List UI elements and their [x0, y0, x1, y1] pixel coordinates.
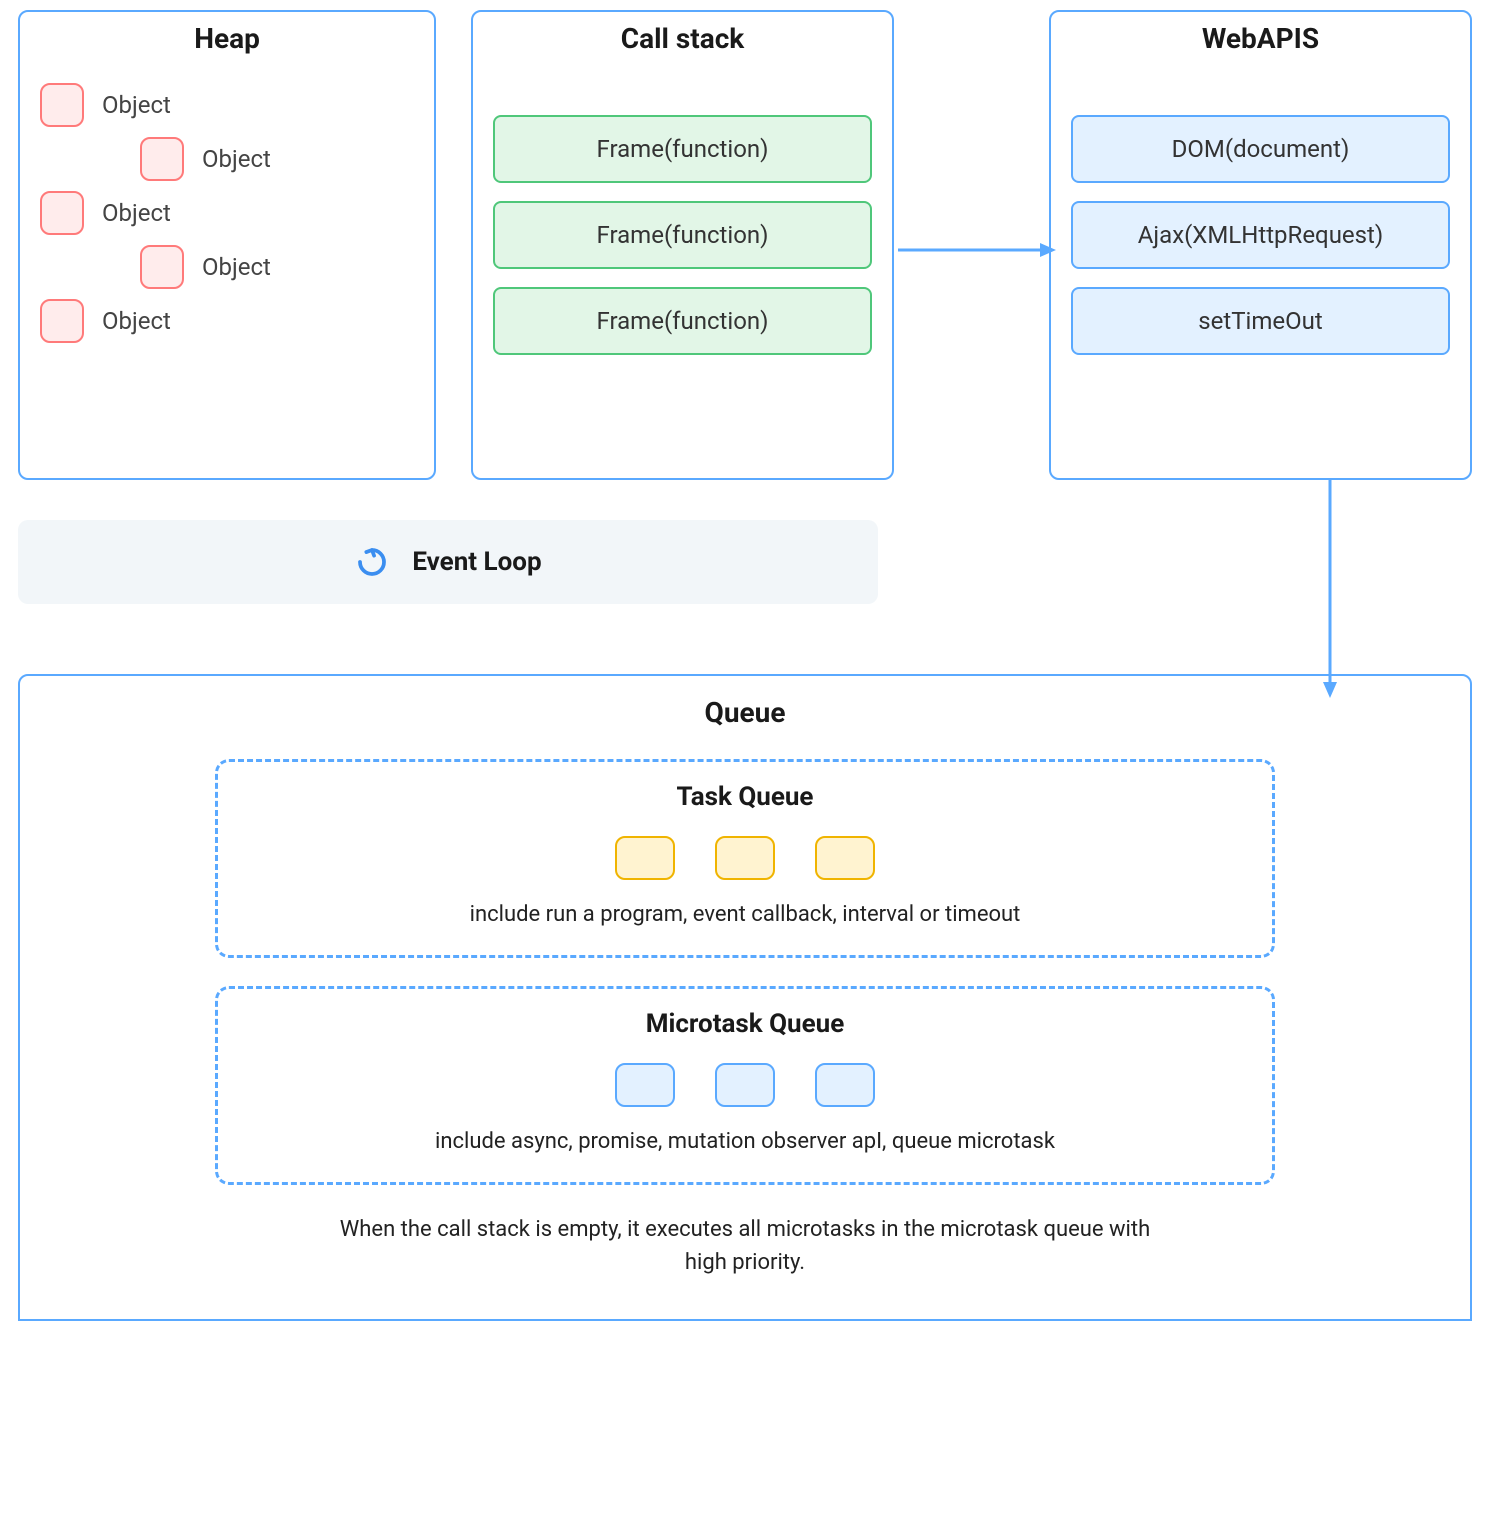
task-queue-title: Task Queue: [218, 782, 1272, 812]
frame-item: Frame(function): [493, 287, 872, 355]
task-queue: Task Queue include run a program, event …: [215, 759, 1275, 958]
heap-object-label: Object: [202, 253, 271, 281]
api-item: setTimeOut: [1071, 287, 1450, 355]
microtask-queue-title: Microtask Queue: [218, 1009, 1272, 1039]
heap-object-label: Object: [202, 145, 271, 173]
queue-panel: Queue Task Queue include run a program, …: [18, 674, 1472, 1321]
arrow-webapis-to-queue: [1320, 480, 1340, 700]
task-token-icon: [615, 836, 675, 880]
webapis-title: WebAPIS: [1071, 22, 1450, 55]
task-token-icon: [815, 836, 875, 880]
queue-inner: Task Queue include run a program, event …: [215, 759, 1275, 1185]
api-list: DOM(document) Ajax(XMLHttpRequest) setTi…: [1071, 115, 1450, 355]
queue-title: Queue: [20, 696, 1470, 729]
heap-item: Object: [140, 245, 414, 289]
heap-object-label: Object: [102, 199, 171, 227]
task-token-icon: [715, 836, 775, 880]
event-loop-label: Event Loop: [412, 547, 541, 577]
heap-object-label: Object: [102, 91, 171, 119]
task-token-row: [218, 836, 1272, 880]
frame-list: Frame(function) Frame(function) Frame(fu…: [493, 115, 872, 355]
heap-object-icon: [40, 83, 84, 127]
heap-object-icon: [40, 191, 84, 235]
heap-item: Object: [140, 137, 414, 181]
microtask-token-icon: [615, 1063, 675, 1107]
frame-item: Frame(function): [493, 115, 872, 183]
heap-object-label: Object: [102, 307, 171, 335]
microtask-token-icon: [815, 1063, 875, 1107]
event-loop: Event Loop: [18, 520, 878, 604]
callstack-panel: Call stack Frame(function) Frame(functio…: [471, 10, 894, 480]
heap-item: Object: [40, 299, 414, 343]
task-queue-desc: include run a program, event callback, i…: [218, 902, 1272, 927]
heap-item: Object: [40, 191, 414, 235]
heap-object-icon: [40, 299, 84, 343]
refresh-icon: [354, 544, 390, 580]
microtask-token-icon: [715, 1063, 775, 1107]
heap-panel: Heap Object Object Object Object Object: [18, 10, 436, 480]
api-item: Ajax(XMLHttpRequest): [1071, 201, 1450, 269]
api-item: DOM(document): [1071, 115, 1450, 183]
queue-footer: When the call stack is empty, it execute…: [335, 1213, 1155, 1279]
frame-item: Frame(function): [493, 201, 872, 269]
heap-item: Object: [40, 83, 414, 127]
top-row: Heap Object Object Object Object Object: [18, 10, 1472, 480]
webapis-panel: WebAPIS DOM(document) Ajax(XMLHttpReques…: [1049, 10, 1472, 480]
callstack-title: Call stack: [493, 22, 872, 55]
heap-object-icon: [140, 137, 184, 181]
microtask-token-row: [218, 1063, 1272, 1107]
heap-title: Heap: [40, 22, 414, 55]
microtask-queue-desc: include async, promise, mutation observe…: [218, 1129, 1272, 1154]
heap-items: Object Object Object Object Object: [40, 83, 414, 343]
heap-object-icon: [140, 245, 184, 289]
microtask-queue: Microtask Queue include async, promise, …: [215, 986, 1275, 1185]
